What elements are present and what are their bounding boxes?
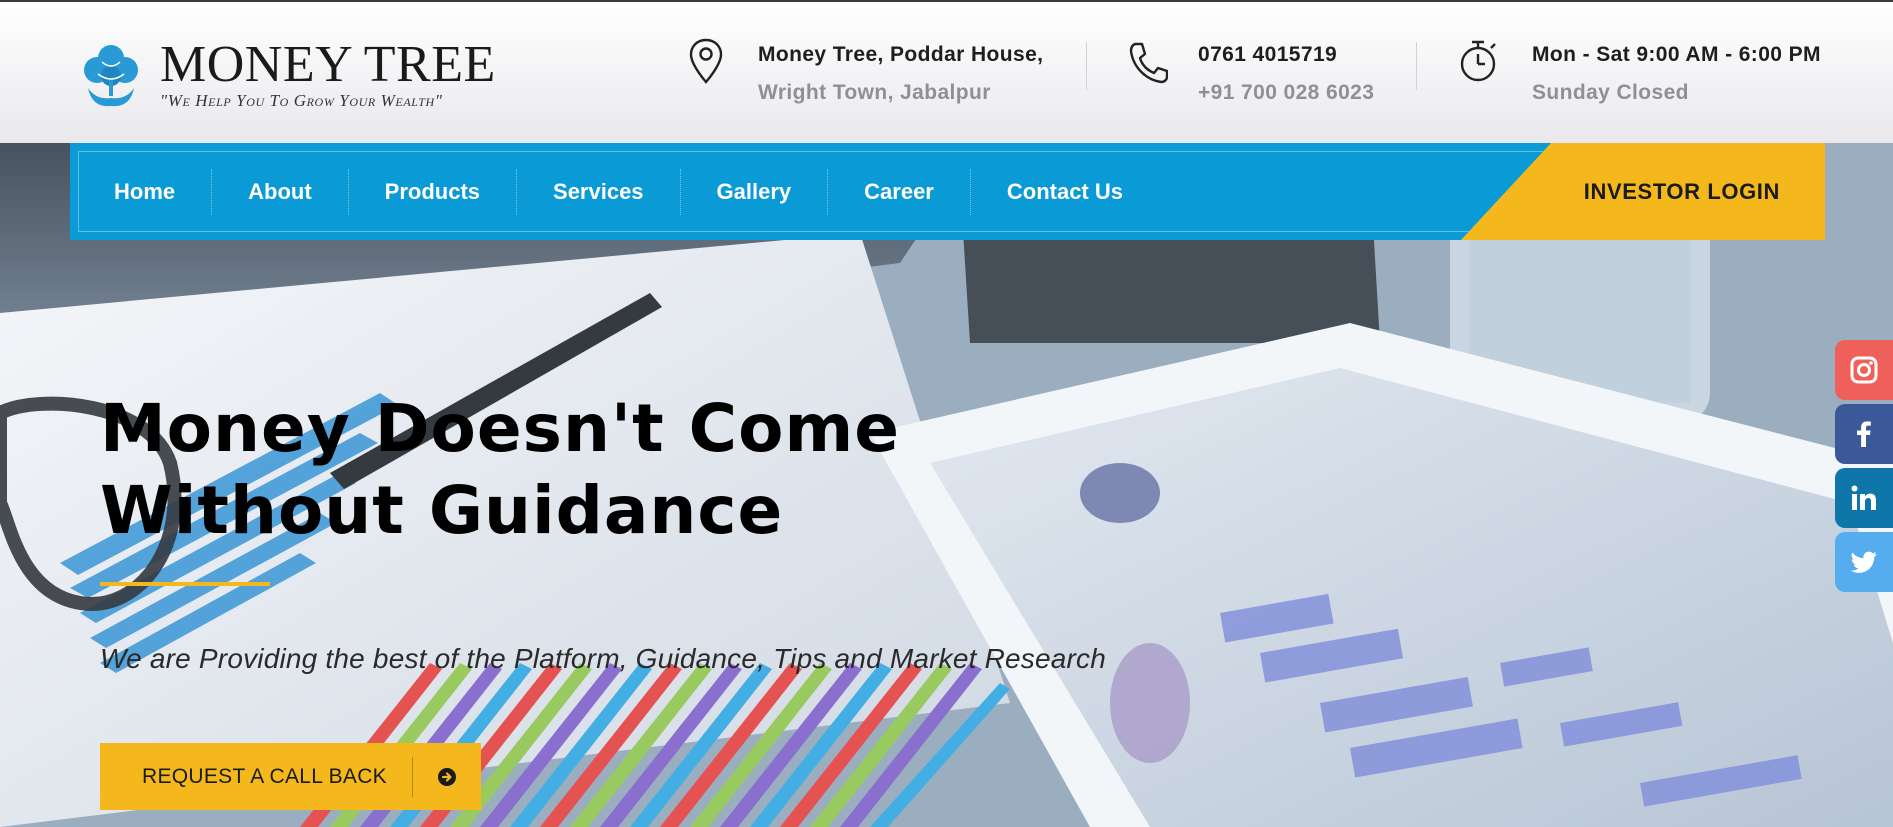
header-divider <box>1416 42 1417 90</box>
stopwatch-icon <box>1460 40 1496 82</box>
location-pin-icon <box>689 38 723 84</box>
brand-name: MONEY TREE <box>160 36 496 93</box>
arrow-circle-right-icon <box>413 743 481 810</box>
hours-block: Mon - Sat 9:00 AM - 6:00 PM Sunday Close… <box>1458 36 1821 112</box>
linkedin-link[interactable] <box>1835 468 1893 528</box>
tree-logo-icon <box>84 45 138 107</box>
nav-item-products[interactable]: Products <box>349 168 518 215</box>
nav-item-gallery[interactable]: Gallery <box>681 168 829 215</box>
nav-item-about[interactable]: About <box>212 168 349 215</box>
request-call-back-button[interactable]: REQUEST A CALL BACK <box>100 743 481 810</box>
hero-title-line1: Money Doesn't Come <box>100 390 900 467</box>
top-header: MONEY TREE "We Help You To Grow Your Wea… <box>0 0 1893 143</box>
facebook-link[interactable] <box>1835 404 1893 464</box>
nav-item-home[interactable]: Home <box>78 168 213 215</box>
instagram-icon <box>1850 356 1878 384</box>
address-block: Money Tree, Poddar House, Wright Town, J… <box>684 36 1043 112</box>
phone-icon <box>1129 42 1168 84</box>
nav-item-career[interactable]: Career <box>828 168 971 215</box>
twitter-icon <box>1850 551 1877 573</box>
nav-item-services[interactable]: Services <box>517 168 681 215</box>
logo[interactable]: MONEY TREE "We Help You To Grow Your Wea… <box>80 36 496 112</box>
phone-secondary[interactable]: +91 700 028 6023 <box>1198 74 1374 112</box>
investor-login-label: INVESTOR LOGIN <box>1583 178 1780 204</box>
address-line1: Money Tree, Poddar House, <box>758 43 1044 66</box>
request-call-back-label: REQUEST A CALL BACK <box>142 764 387 788</box>
nav-item-contact[interactable]: Contact Us <box>971 169 1159 215</box>
twitter-link[interactable] <box>1835 532 1893 592</box>
address-line2: Wright Town, Jabalpur <box>758 81 991 104</box>
phone-block: 0761 4015719 +91 700 028 6023 <box>1124 36 1374 112</box>
phone-primary[interactable]: 0761 4015719 <box>1198 36 1374 74</box>
linkedin-icon <box>1851 485 1876 510</box>
closed-day: Sunday Closed <box>1532 81 1689 104</box>
brand-tagline: "We Help You To Grow Your Wealth" <box>160 91 443 110</box>
hero-title: Money Doesn't Come Without Guidance <box>100 388 1000 552</box>
business-hours: Mon - Sat 9:00 AM - 6:00 PM <box>1532 43 1821 66</box>
instagram-link[interactable] <box>1835 340 1893 400</box>
facebook-icon <box>1857 421 1871 447</box>
hero-banner: Money Doesn't Come Without Guidance We a… <box>0 143 1893 827</box>
social-links <box>1835 340 1893 596</box>
hero-title-line2: Without Guidance <box>100 472 784 549</box>
hero-subtitle: We are Providing the best of the Platfor… <box>100 643 1107 674</box>
hero-underline <box>100 582 270 586</box>
nav-menu: Home About Products Services Gallery Car… <box>78 151 1159 232</box>
main-nav: Home About Products Services Gallery Car… <box>70 143 1825 240</box>
header-divider <box>1086 42 1087 90</box>
investor-login-button[interactable]: INVESTOR LOGIN <box>1461 143 1825 240</box>
